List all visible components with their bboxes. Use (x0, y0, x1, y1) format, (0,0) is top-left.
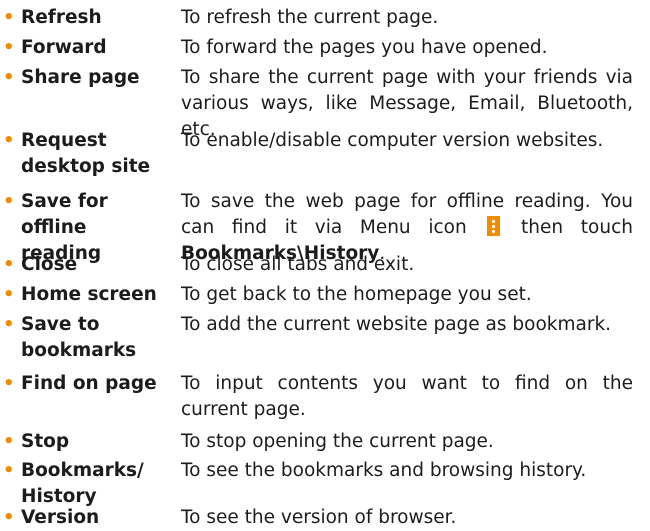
bullet: • (3, 314, 15, 335)
menu-dots-icon (487, 216, 501, 236)
desc-bookmarks-history: To see the bookmarks and browsing histor… (181, 460, 587, 481)
term-save-to-bookmarks: Save to bookmarks (21, 314, 137, 361)
bullet: • (3, 191, 15, 212)
bullet: • (3, 460, 15, 481)
bullet: • (3, 507, 15, 528)
term-home-screen: Home screen (21, 284, 157, 305)
bullet: • (3, 130, 15, 151)
term-find-on-page: Find on page (21, 373, 157, 394)
desc-version: To see the version of browser. (181, 507, 457, 528)
term-bookmarks-history: Bookmarks/ History (21, 460, 144, 507)
bullet: • (3, 67, 15, 88)
term-version: Version (21, 507, 100, 528)
term-forward: Forward (21, 37, 107, 58)
term-stop: Stop (21, 431, 70, 452)
bullet: • (3, 7, 15, 28)
bullet: • (3, 254, 15, 275)
desc-refresh: To refresh the current page. (181, 7, 439, 28)
desc-close: To close all tabs and exit. (181, 254, 415, 275)
desc-save-offline-text-2: then touch (521, 217, 633, 238)
bullet: • (3, 373, 15, 394)
desc-stop: To stop opening the current page. (181, 431, 494, 452)
desc-find-on-page: To input contents you want to find on th… (181, 373, 633, 420)
term-share-page: Share page (21, 67, 140, 88)
term-close: Close (21, 254, 78, 275)
desc-save-to-bookmarks: To add the current website page as bookm… (181, 314, 612, 335)
term-request-desktop-site: Request desktop site (21, 130, 151, 177)
term-refresh: Refresh (21, 7, 102, 28)
desc-forward: To forward the pages you have opened. (181, 37, 548, 58)
bullet: • (3, 284, 15, 305)
bullet: • (3, 37, 15, 58)
desc-home-screen: To get back to the homepage you set. (181, 284, 532, 305)
desc-request-desktop-site: To enable/disable computer version websi… (181, 130, 604, 151)
bullet: • (3, 431, 15, 452)
